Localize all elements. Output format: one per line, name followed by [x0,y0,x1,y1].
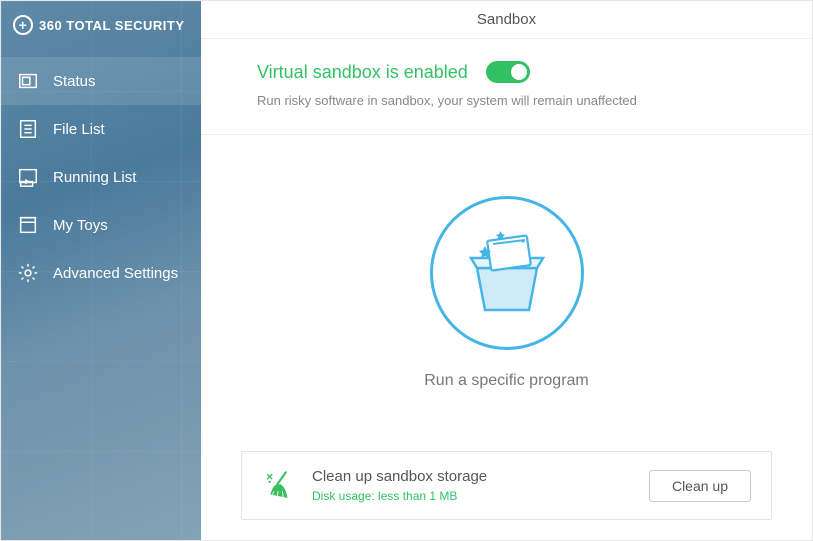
sidebar-item-label: Advanced Settings [53,265,178,282]
sidebar-item-running-list[interactable]: Running List [1,153,201,201]
hero-caption: Run a specific program [424,372,589,390]
running-list-icon [17,166,39,188]
app-window: + 360 TOTAL SECURITY Status File List [0,0,813,541]
sidebar-item-label: File List [53,121,105,138]
hero: Run a specific program [201,135,812,451]
sidebar-item-my-toys[interactable]: My Toys [1,201,201,249]
status-icon [17,70,39,92]
broom-icon [262,469,296,503]
main-content: Sandbox Virtual sandbox is enabled Run r… [201,1,812,540]
sidebar-item-label: My Toys [53,217,108,234]
cleanup-text: Clean up sandbox storage Disk usage: les… [312,468,633,503]
run-program-button[interactable] [430,196,584,350]
page-title: Sandbox [477,11,536,28]
brand-name: 360 TOTAL SECURITY [39,18,185,33]
sidebar-item-label: Running List [53,169,136,186]
status-row: Virtual sandbox is enabled [257,61,772,83]
cleanup-panel: Clean up sandbox storage Disk usage: les… [241,451,772,520]
cleanup-title: Clean up sandbox storage [312,468,633,485]
file-list-icon [17,118,39,140]
my-toys-icon [17,214,39,236]
brand-logo-icon: + [13,15,33,35]
status-subtitle: Run risky software in sandbox, your syst… [257,93,772,108]
sidebar: + 360 TOTAL SECURITY Status File List [1,1,201,540]
sidebar-item-label: Status [53,73,96,90]
titlebar: Sandbox [201,1,812,39]
sandbox-toggle[interactable] [486,61,530,83]
sidebar-item-file-list[interactable]: File List [1,105,201,153]
cleanup-button[interactable]: Clean up [649,470,751,502]
sidebar-item-advanced-settings[interactable]: Advanced Settings [1,249,201,297]
sidebar-item-status[interactable]: Status [1,57,201,105]
cleanup-subtitle: Disk usage: less than 1 MB [312,489,633,503]
status-panel: Virtual sandbox is enabled Run risky sof… [201,39,812,135]
sandbox-box-icon [457,228,557,318]
status-title: Virtual sandbox is enabled [257,62,468,83]
gear-icon [17,262,39,284]
brand: + 360 TOTAL SECURITY [1,1,201,57]
